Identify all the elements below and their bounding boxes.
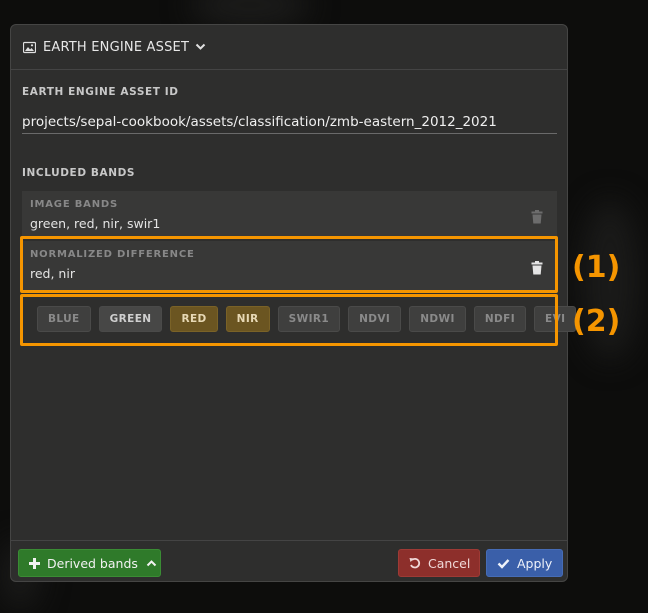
derived-bands-button[interactable]: Derived bands [18,549,161,577]
panel-header[interactable]: EARTH ENGINE ASSET [11,25,567,70]
image-bands-title: IMAGE BANDS [30,199,118,210]
footer-divider [11,540,567,541]
chevron-up-icon [146,559,157,567]
asset-id-input[interactable] [22,111,557,134]
trash-icon[interactable] [531,209,543,224]
callout-2: (2) [572,304,621,339]
asset-id-label: EARTH ENGINE ASSET ID [22,86,179,98]
highlight-box-2 [20,294,558,346]
cancel-button[interactable]: Cancel [398,549,480,577]
image-bands-values: green, red, nir, swir1 [30,216,161,231]
cancel-label: Cancel [428,555,471,571]
apply-button[interactable]: Apply [486,549,563,577]
apply-label: Apply [517,555,553,571]
callout-1: (1) [572,250,621,285]
undo-icon [409,557,421,569]
image-icon [23,41,36,54]
image-bands-card[interactable]: IMAGE BANDS green, red, nir, swir1 [22,191,557,237]
plus-icon [29,557,40,569]
check-icon [497,558,510,569]
chevron-down-icon[interactable] [195,43,206,51]
included-bands-label: INCLUDED BANDS [22,167,136,179]
panel-title: EARTH ENGINE ASSET [43,39,190,55]
highlight-box-1 [20,236,558,293]
derived-bands-label: Derived bands [47,555,138,571]
